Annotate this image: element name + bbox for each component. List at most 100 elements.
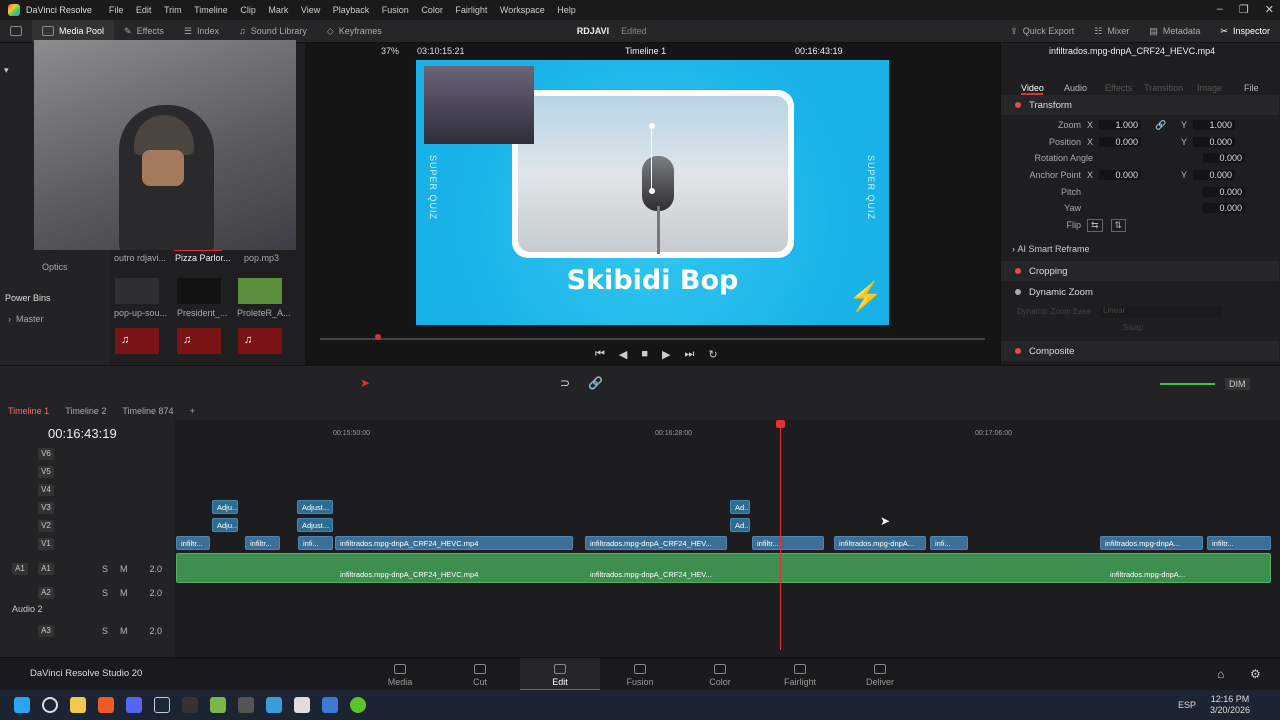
timeline-clip[interactable]: Adju...	[212, 518, 238, 532]
position-x-field[interactable]: 0.000	[1099, 137, 1141, 147]
add-timeline-icon[interactable]: +	[182, 406, 203, 416]
dynamic-zoom-ease-select[interactable]: Linear	[1100, 306, 1222, 317]
keyframes-button[interactable]: ◇ Keyframes	[317, 20, 392, 43]
anchor-x-field[interactable]: 0.000	[1099, 170, 1141, 180]
track-label[interactable]: V1	[38, 538, 54, 550]
menu-fairlight[interactable]: Fairlight	[455, 5, 487, 15]
timeline-clip[interactable]: infiltr...	[245, 536, 280, 550]
timeline-playhead[interactable]	[780, 422, 781, 650]
dynamic-zoom-section[interactable]: Dynamic Zoom	[1001, 282, 1279, 302]
play-icon[interactable]: ▶	[662, 348, 670, 361]
timeline-tab[interactable]: Timeline 2	[57, 406, 114, 416]
loop-icon[interactable]: ↻	[708, 348, 717, 361]
timeline-clip[interactable]: Adjust...	[297, 500, 333, 514]
mixer-button[interactable]: ☷ Mixer	[1084, 20, 1139, 43]
inspector-tab-transition[interactable]: Transition	[1144, 83, 1183, 93]
page-fairlight[interactable]: Fairlight	[760, 658, 840, 691]
pool-clip-label[interactable]: Pizza Parlor...	[175, 253, 231, 263]
page-deliver[interactable]: Deliver	[840, 658, 920, 691]
snapping-icon[interactable]: ⊃	[560, 376, 570, 390]
timeline-clip[interactable]: Ad...	[730, 518, 750, 532]
x-app-icon[interactable]	[294, 697, 310, 713]
volume-slider[interactable]	[1160, 383, 1215, 385]
maximize-icon[interactable]: ❐	[1239, 3, 1249, 16]
pool-clip-label[interactable]: outro rdjavi...	[114, 253, 166, 263]
epic-games-icon[interactable]	[182, 697, 198, 713]
solo-button[interactable]: S	[102, 588, 108, 598]
timeline-clip[interactable]: infi...	[930, 536, 968, 550]
track-label[interactable]: V2	[38, 520, 54, 532]
audio-clip-icon[interactable]: ♫	[177, 328, 221, 354]
mute-button[interactable]: M	[120, 626, 128, 636]
play-reverse-icon[interactable]: ◀	[619, 348, 627, 361]
panel-toggle-button[interactable]	[0, 20, 32, 43]
transform-handle[interactable]	[649, 123, 655, 129]
page-cut[interactable]: Cut	[440, 658, 520, 691]
solo-button[interactable]: S	[102, 626, 108, 636]
menu-edit[interactable]: Edit	[136, 5, 152, 15]
timeline-clip[interactable]: infiltr...	[1207, 536, 1271, 550]
page-edit[interactable]: Edit	[520, 658, 600, 691]
track-label[interactable]: A1	[38, 563, 54, 575]
language-indicator[interactable]: ESP	[1178, 700, 1196, 710]
photos-icon[interactable]	[266, 697, 282, 713]
power-bin-master[interactable]: › Master	[8, 314, 44, 324]
inspector-tab-video[interactable]: Video	[1021, 83, 1044, 93]
timeline-clip[interactable]: infiltr...	[752, 536, 824, 550]
swap-button[interactable]: Swap	[1123, 323, 1143, 332]
file-explorer-icon[interactable]	[70, 697, 86, 713]
optics-bin[interactable]: Optics	[42, 262, 68, 272]
quick-export-button[interactable]: ⇪ Quick Export	[1000, 20, 1084, 43]
minimize-icon[interactable]: –	[1217, 3, 1223, 16]
a1-source-button[interactable]: A1	[12, 563, 28, 575]
menu-workspace[interactable]: Workspace	[500, 5, 545, 15]
timeline-clip[interactable]: Adju...	[212, 500, 238, 514]
windows-start-icon[interactable]	[14, 697, 30, 713]
menu-fusion[interactable]: Fusion	[382, 5, 409, 15]
position-y-field[interactable]: 0.000	[1193, 137, 1235, 147]
timeline-clip[interactable]: Ad...	[730, 500, 750, 514]
inspector-tab-image[interactable]: Image	[1197, 83, 1222, 93]
playhead-handle[interactable]	[776, 420, 785, 428]
linked-selection-icon[interactable]: 🔗	[588, 376, 603, 390]
rotation-field[interactable]: 0.000	[1203, 153, 1245, 163]
menu-file[interactable]: File	[109, 5, 124, 15]
menu-trim[interactable]: Trim	[164, 5, 182, 15]
composite-section[interactable]: Composite	[1001, 341, 1279, 361]
metadata-button[interactable]: ▤ Metadata	[1139, 20, 1210, 43]
flip-horizontal-icon[interactable]: ⇆	[1087, 218, 1103, 232]
solo-button[interactable]: S	[102, 564, 108, 574]
menu-mark[interactable]: Mark	[268, 5, 288, 15]
anchor-y-field[interactable]: 0.000	[1193, 170, 1235, 180]
system-clock[interactable]: 12:16 PM 3/20/2026	[1210, 694, 1250, 716]
menu-playback[interactable]: Playback	[333, 5, 370, 15]
audio-clip-icon[interactable]: ♫	[238, 328, 282, 354]
xbox-icon[interactable]	[210, 697, 226, 713]
page-color[interactable]: Color	[680, 658, 760, 691]
track-label[interactable]: V5	[38, 466, 54, 478]
menu-clip[interactable]: Clip	[240, 5, 256, 15]
stop-icon[interactable]: ■	[641, 348, 648, 361]
pool-clip-thumbnail[interactable]	[115, 278, 159, 304]
pool-clip-thumbnail[interactable]	[238, 278, 282, 304]
menu-view[interactable]: View	[301, 5, 320, 15]
timeline-clip[interactable]: infiltrados.mpg-dnpA_CRF24_HEV...	[585, 536, 727, 550]
timeline-clip[interactable]: infiltr...	[176, 536, 210, 550]
pool-clip-label[interactable]: pop.mp3	[244, 253, 279, 263]
pitch-field[interactable]: 0.000	[1203, 187, 1245, 197]
menu-help[interactable]: Help	[557, 5, 576, 15]
selection-tool-icon[interactable]: ➤	[360, 376, 370, 390]
timeline-clip[interactable]: infiltrados.mpg-dnpA_CRF24_HEVC.mp4	[335, 536, 573, 550]
timeline-tab[interactable]: Timeline 1	[0, 406, 57, 416]
enable-dot-icon[interactable]	[1015, 289, 1021, 295]
yaw-field[interactable]: 0.000	[1203, 203, 1245, 213]
timeline-area[interactable]	[0, 402, 1280, 657]
inspector-tab-file[interactable]: File	[1244, 83, 1259, 93]
enable-dot-icon[interactable]	[1015, 102, 1021, 108]
chat-app-icon[interactable]	[350, 697, 366, 713]
inspector-button[interactable]: ✂ Inspector	[1210, 20, 1280, 43]
smart-reframe-section[interactable]: › AI Smart Reframe	[1012, 244, 1090, 254]
go-to-start-icon[interactable]: ⏮	[595, 348, 605, 361]
settings-gear-icon[interactable]: ⚙	[1250, 667, 1261, 681]
page-media[interactable]: Media	[360, 658, 440, 691]
